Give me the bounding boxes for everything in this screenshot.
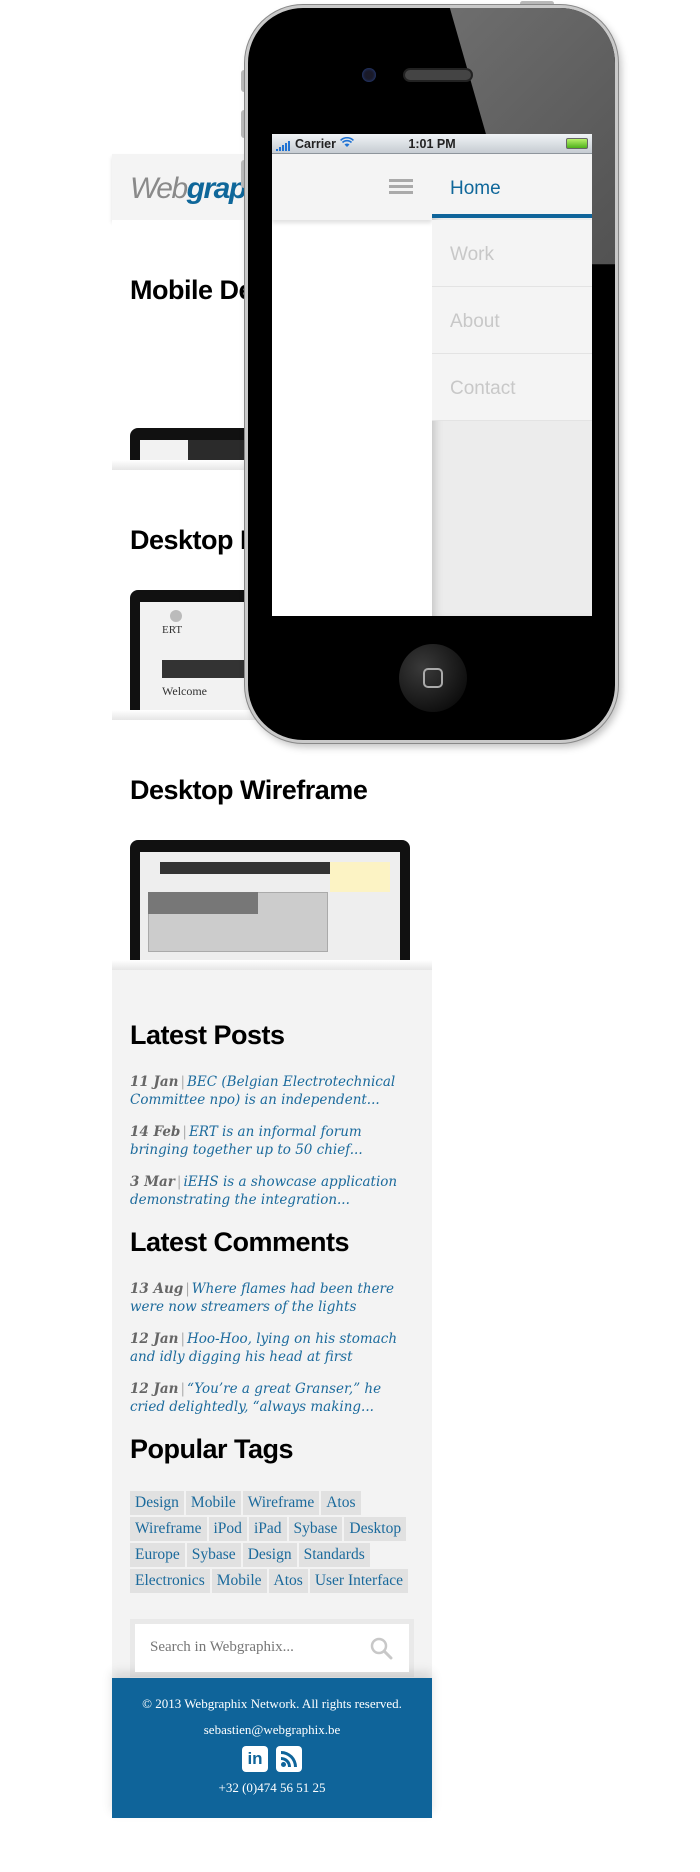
tag-link[interactable]: Atos [268, 1569, 308, 1593]
search-input[interactable] [150, 1639, 350, 1656]
tag-link[interactable]: Desktop [344, 1517, 407, 1541]
nav-item-about[interactable]: About [432, 287, 592, 354]
tag-link[interactable]: Mobile [185, 1491, 241, 1515]
comment-item[interactable]: 13 Aug | Where flames had been there were … [130, 1280, 414, 1316]
tag-link[interactable]: Atos [321, 1491, 361, 1515]
post-item[interactable]: 11 Jan | BEC (Belgian Electrotechnical Com… [130, 1073, 414, 1109]
latest-comments-list: 13 Aug | Where flames had been there were … [130, 1280, 414, 1416]
home-button[interactable] [399, 644, 467, 712]
tag-link[interactable]: Standards [298, 1543, 370, 1567]
status-time: 1:01 PM [408, 137, 456, 151]
phone-screen: Carrier 1:01 PM Home Work About Contact [272, 134, 592, 616]
latest-posts-title: Latest Posts [130, 1020, 285, 1050]
tag-link[interactable]: Sybase [288, 1517, 343, 1541]
tag-link[interactable]: Wireframe [242, 1491, 320, 1515]
search-box [130, 1619, 414, 1677]
tag-cloud: Design Mobile Wireframe Atos Wireframe i… [130, 1491, 414, 1593]
phone-page-preview [272, 154, 432, 616]
post-item[interactable]: 3 Mar | iEHS is a showcase application dem… [130, 1173, 414, 1209]
comment-item[interactable]: 12 Jan | “You’re a great Granser,” he crie… [130, 1380, 414, 1416]
nav-item-contact[interactable]: Contact [432, 354, 592, 421]
tag-link[interactable]: Wireframe [130, 1517, 207, 1541]
tag-link[interactable]: Design [242, 1543, 297, 1567]
project-thumbnail-wireframe[interactable] [130, 840, 410, 970]
tag-link[interactable]: Mobile [211, 1569, 267, 1593]
copyright-text: © 2013 Webgraphix Network. All rights re… [142, 1696, 402, 1711]
social-links: in [112, 1746, 432, 1772]
sidebar-widgets: Latest Posts 11 Jan | BEC (Belgian Electro… [112, 970, 432, 1678]
linkedin-icon[interactable]: in [242, 1746, 268, 1772]
project-desktop-wireframe[interactable]: Desktop Wireframe [112, 720, 432, 970]
post-item[interactable]: 14 Feb | ERT is an informal forum bringing… [130, 1123, 414, 1159]
nav-item-work[interactable]: Work [432, 220, 592, 287]
comment-item[interactable]: 12 Jan | Hoo-Hoo, lying on his stomach and… [130, 1330, 414, 1366]
tag-link[interactable]: iPod [208, 1517, 247, 1541]
rss-icon[interactable] [276, 1746, 302, 1772]
battery-icon [566, 138, 588, 149]
ios-status-bar: Carrier 1:01 PM [272, 134, 592, 154]
speaker-grille [403, 68, 473, 82]
project-title: Desktop Wireframe [130, 775, 368, 805]
tag-link[interactable]: User Interface [309, 1569, 409, 1593]
camera-icon [362, 68, 376, 82]
site-footer: © 2013 Webgraphix Network. All rights re… [112, 1678, 432, 1818]
tag-link[interactable]: Sybase [186, 1543, 241, 1567]
search-icon[interactable] [369, 1636, 393, 1660]
tag-link[interactable]: Design [130, 1491, 184, 1515]
phone-hamburger-icon[interactable] [389, 179, 413, 197]
phone-nav-menu: Home Work About Contact [432, 154, 592, 616]
latest-comments-title: Latest Comments [130, 1227, 350, 1257]
footer-email-link[interactable]: sebastien@webgraphix.be [112, 1722, 432, 1738]
tag-link[interactable]: Electronics [130, 1569, 210, 1593]
footer-phone: +32 (0)474 56 51 25 [218, 1780, 326, 1795]
popular-tags-title: Popular Tags [130, 1434, 294, 1464]
tag-link[interactable]: Europe [130, 1543, 185, 1567]
nav-item-home[interactable]: Home [432, 154, 592, 218]
latest-posts-list: 11 Jan | BEC (Belgian Electrotechnical Com… [130, 1073, 414, 1209]
tag-link[interactable]: iPad [248, 1517, 287, 1541]
home-square-icon [423, 668, 443, 688]
